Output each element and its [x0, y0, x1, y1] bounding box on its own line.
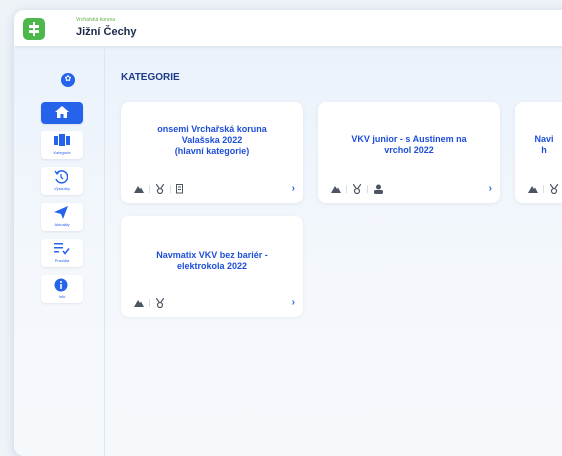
medal-icon — [353, 184, 361, 194]
sidebar-item-label: Aktuality — [54, 222, 70, 227]
home-icon — [55, 106, 69, 118]
category-card[interactable]: onsemi Vrchařská koruna Valašska 2022 (h… — [121, 102, 303, 203]
category-title-line: (hlavní kategorie) — [174, 146, 250, 156]
medal-icon — [156, 298, 164, 308]
columns-icon — [54, 134, 70, 146]
signpost-icon — [29, 22, 39, 36]
checklist-icon — [54, 243, 70, 255]
send-icon — [54, 206, 68, 219]
sidebar-item-results[interactable]: Výsledky — [41, 167, 83, 195]
sidebar-item-categories[interactable]: Kategorie — [41, 131, 83, 159]
document-icon — [176, 184, 183, 194]
logo[interactable] — [23, 18, 45, 40]
sidebar-item-label: Výsledky — [53, 186, 70, 191]
chevron-right-icon[interactable]: › — [489, 183, 492, 194]
history-icon — [54, 170, 68, 184]
info-icon — [54, 278, 68, 292]
sidebar-item-rules[interactable]: Pravidla — [41, 239, 83, 267]
region-subtitle: Vrchařská koruna — [76, 17, 115, 23]
sidebar-item-info[interactable]: Info — [41, 275, 83, 303]
header: Vrchařská koruna Jižní Čechy — [14, 10, 562, 46]
mountain-icon — [528, 186, 538, 193]
category-title: Navmatix VKV bez bariér - elektrokola 20… — [129, 250, 295, 272]
mountain-icon — [134, 300, 144, 307]
category-title-line: elektrokola 2022 — [176, 261, 248, 271]
medal-icon — [156, 184, 164, 194]
category-title-line: Navi — [534, 134, 554, 144]
sidebar-item-home[interactable] — [41, 102, 83, 124]
sidebar-item-label: Pravidla — [54, 258, 70, 263]
page-title: KATEGORIE — [121, 72, 180, 83]
category-card[interactable]: Navi h — [515, 102, 562, 203]
chevron-right-icon[interactable]: › — [292, 183, 295, 194]
app-window: Vrchařská koruna Jižní Čechy ✿ Kategorie — [14, 10, 562, 456]
category-title-line: Valašska 2022 — [181, 135, 243, 145]
mountain-icon — [134, 186, 144, 193]
sidebar-item-news[interactable]: Aktuality — [41, 203, 83, 231]
star-badge[interactable]: ✿ — [61, 73, 75, 87]
star-icon: ✿ — [64, 74, 72, 83]
category-title-line: Navmatix VKV bez bariér - — [156, 250, 268, 260]
chevron-right-icon[interactable]: › — [292, 297, 295, 308]
category-title: onsemi Vrchařská koruna Valašska 2022 (h… — [129, 124, 295, 157]
sidebar: ✿ Kategorie Výsledky Aktuality Pravidla … — [14, 46, 105, 456]
sidebar-item-label: Kategorie — [53, 150, 71, 155]
kids-icon — [374, 184, 383, 194]
category-card[interactable]: Navmatix VKV bez bariér - elektrokola 20… — [121, 216, 303, 317]
region-title[interactable]: Jižní Čechy — [76, 26, 137, 38]
category-title-line: h — [541, 145, 547, 155]
mountain-icon — [331, 186, 341, 193]
category-title: Navi h — [461, 134, 562, 156]
medal-icon — [550, 184, 558, 194]
category-title-line: onsemi Vrchařská koruna — [157, 124, 267, 134]
sidebar-item-label: Info — [58, 294, 66, 299]
